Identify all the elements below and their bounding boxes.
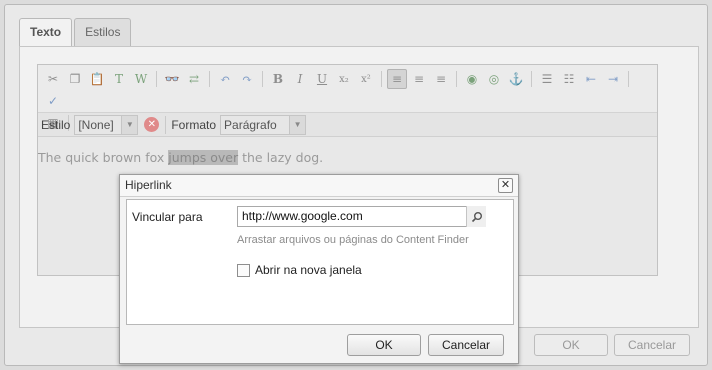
link-to-label: Vincular para xyxy=(132,210,203,224)
format-label: Formato xyxy=(171,117,217,132)
toolbar-separator xyxy=(628,71,629,87)
toolbar-separator xyxy=(381,71,382,87)
toolbar-separator xyxy=(262,71,263,87)
outer-ok-button[interactable]: OK xyxy=(534,334,608,356)
style-select-value: [None] xyxy=(78,117,114,132)
tab-texto[interactable]: Texto xyxy=(19,18,73,47)
spellcheck-icon[interactable]: ✓ xyxy=(43,91,63,111)
outer-cancel-button[interactable]: Cancelar xyxy=(614,334,690,356)
divider xyxy=(165,115,167,134)
anchor-icon[interactable]: ⚓ xyxy=(506,69,526,89)
outdent-icon[interactable]: ⇤ xyxy=(581,69,601,89)
toolbar-separator xyxy=(456,71,457,87)
editor-content[interactable]: The quick brown fox jumps over the lazy … xyxy=(38,137,657,165)
align-right-icon[interactable]: ≡ xyxy=(431,69,451,89)
style-label: Estilo xyxy=(41,117,71,132)
clear-style-icon[interactable]: ✕ xyxy=(144,117,160,132)
style-select[interactable]: [None] ▼ xyxy=(74,114,139,135)
find-icon[interactable]: 👓 xyxy=(162,69,182,89)
search-icon[interactable] xyxy=(466,206,486,227)
bullet-list-icon[interactable]: ☰ xyxy=(537,69,557,89)
subscript-icon[interactable]: x₂ xyxy=(334,69,354,89)
copy-icon[interactable]: ❐ xyxy=(65,69,85,89)
tab-strip: Texto Estilos xyxy=(19,18,133,47)
bold-icon[interactable]: B xyxy=(268,69,288,89)
italic-icon[interactable]: I xyxy=(290,69,310,89)
redo-icon[interactable]: ↷ xyxy=(237,69,257,89)
editor-toolbar: ✂❐📋TW👓⇄↶↷BIUx₂x²≡≡≡◉◎⚓☰☷⇤⇥✓▦★▣ xyxy=(38,65,657,131)
cancel-button[interactable]: Cancelar xyxy=(428,334,504,356)
chevron-down-icon[interactable]: ▼ xyxy=(121,115,138,134)
hyperlink-dialog: Hiperlink ✕ Vincular para http://www.goo… xyxy=(119,174,519,364)
paste-word-icon[interactable]: W xyxy=(131,69,151,89)
underline-icon[interactable]: U xyxy=(312,69,332,89)
content-text-after: the lazy dog. xyxy=(238,150,324,165)
new-window-label[interactable]: Abrir na nova janela xyxy=(255,263,362,277)
paste-icon[interactable]: 📋 xyxy=(87,69,107,89)
style-format-bar: Estilo [None] ▼ ✕ Formato Parágrafo ▼ xyxy=(38,113,657,137)
format-select[interactable]: Parágrafo ▼ xyxy=(220,114,307,135)
dialog-header: Hiperlink xyxy=(120,175,518,197)
unlink-icon[interactable]: ◎ xyxy=(484,69,504,89)
content-finder-hint: Arrastar arquivos ou páginas do Content … xyxy=(237,234,469,246)
close-icon[interactable]: ✕ xyxy=(498,178,513,193)
align-center-icon[interactable]: ≡ xyxy=(409,69,429,89)
replace-icon[interactable]: ⇄ xyxy=(184,69,204,89)
undo-icon[interactable]: ↶ xyxy=(215,69,235,89)
toolbar-separator xyxy=(531,71,532,87)
numbered-list-icon[interactable]: ☷ xyxy=(559,69,579,89)
selected-text: jumps over xyxy=(168,150,239,165)
indent-icon[interactable]: ⇥ xyxy=(603,69,623,89)
toolbar-separator xyxy=(156,71,157,87)
ok-button[interactable]: OK xyxy=(347,334,421,356)
format-select-value: Parágrafo xyxy=(224,117,277,132)
paste-text-icon[interactable]: T xyxy=(109,69,129,89)
new-window-checkbox[interactable] xyxy=(237,264,250,277)
dialog-title: Hiperlink xyxy=(125,178,172,192)
superscript-icon[interactable]: x² xyxy=(356,69,376,89)
chevron-down-icon[interactable]: ▼ xyxy=(289,115,306,134)
tab-estilos[interactable]: Estilos xyxy=(74,18,132,46)
align-left-icon[interactable]: ≡ xyxy=(387,69,407,89)
content-text-before: The quick brown fox xyxy=(38,150,169,165)
dialog-body: Vincular para http://www.google.com Arra… xyxy=(126,199,514,325)
cut-icon[interactable]: ✂ xyxy=(43,69,63,89)
link-icon[interactable]: ◉ xyxy=(462,69,482,89)
url-input[interactable]: http://www.google.com xyxy=(237,206,486,227)
toolbar-separator xyxy=(209,71,210,87)
